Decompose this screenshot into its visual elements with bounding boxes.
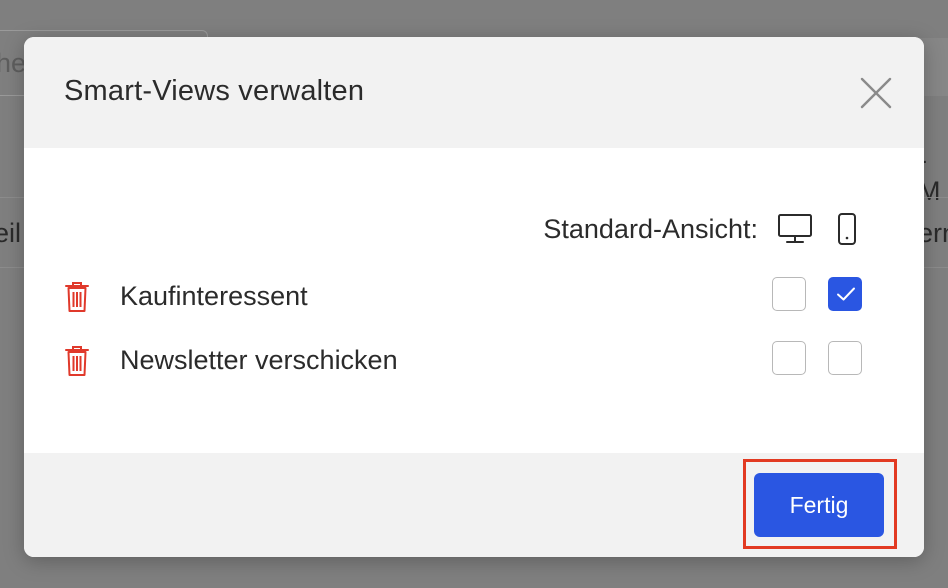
close-icon	[860, 77, 892, 109]
desktop-icon	[778, 214, 812, 243]
dialog-header: Smart-Views verwalten	[24, 37, 924, 148]
mobile-icon	[838, 213, 856, 245]
done-button[interactable]: Fertig	[754, 473, 884, 537]
smart-view-row: Kaufinteressent	[24, 273, 924, 323]
dialog-title: Smart-Views verwalten	[64, 75, 365, 107]
background-cell-left: eil	[0, 218, 22, 248]
mobile-default-checkbox[interactable]	[828, 341, 862, 375]
trash-icon[interactable]	[64, 280, 90, 314]
smart-views-dialog: Smart-Views verwalten Standard-Ansicht:	[24, 37, 924, 557]
desktop-default-checkbox[interactable]	[772, 341, 806, 375]
smart-view-row: Newsletter verschicken	[24, 337, 924, 387]
smart-view-name: Newsletter verschicken	[120, 345, 398, 375]
desktop-default-checkbox[interactable]	[772, 277, 806, 311]
default-view-label: Standard-Ansicht:	[543, 214, 758, 244]
smart-view-name: Kaufinteressent	[120, 281, 308, 311]
mobile-default-checkbox[interactable]	[828, 277, 862, 311]
trash-icon[interactable]	[64, 344, 90, 378]
checkmark-icon	[837, 287, 855, 301]
dialog-body: Standard-Ansicht: Kaufinteressent Newsle…	[24, 148, 924, 453]
background-search-text: he	[0, 48, 27, 78]
dialog-footer: Fertig	[24, 453, 924, 557]
close-button[interactable]	[854, 74, 898, 114]
